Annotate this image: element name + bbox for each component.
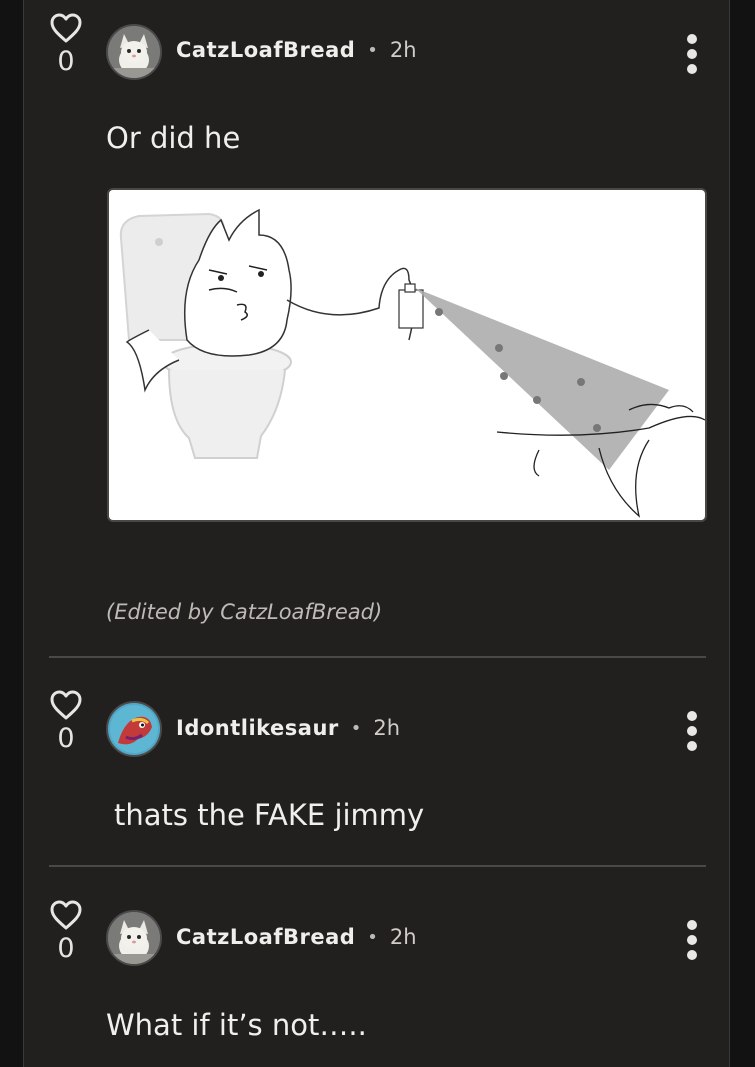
edited-note: (Edited by CatzLoafBread) [106, 600, 383, 624]
comment-image[interactable] [107, 188, 707, 522]
heart-outline-icon [50, 690, 82, 720]
author-line: CatzLoafBread • 2h [176, 925, 417, 949]
cat-avatar-icon [108, 912, 160, 964]
avatar[interactable] [106, 910, 162, 966]
cat-avatar-icon [108, 26, 160, 78]
comments-panel: 0 CatzLoafBread • 2h Or did he (Edited b… [23, 0, 730, 1067]
author-line: CatzLoafBread • 2h [176, 38, 417, 62]
heart-outline-icon [50, 13, 82, 43]
separator-dot: • [350, 717, 362, 739]
timestamp: 2h [373, 716, 401, 740]
divider [49, 656, 706, 658]
kebab-menu-icon[interactable] [685, 711, 699, 751]
timestamp: 2h [389, 38, 417, 62]
like-count: 0 [57, 723, 75, 754]
like-button[interactable]: 0 [46, 12, 86, 75]
like-count: 0 [57, 46, 75, 77]
divider [49, 865, 706, 867]
author-name[interactable]: Idontlikesaur [176, 716, 339, 740]
like-button[interactable]: 0 [46, 689, 86, 752]
author-name[interactable]: CatzLoafBread [176, 38, 355, 62]
comment-text: thats the FAKE jimmy [114, 798, 425, 832]
author-line: Idontlikesaur • 2h [176, 716, 400, 740]
like-button[interactable]: 0 [46, 899, 86, 962]
kebab-menu-icon[interactable] [685, 920, 699, 960]
dinosaur-avatar-icon [108, 703, 160, 755]
kebab-menu-icon[interactable] [685, 34, 699, 74]
page: 0 CatzLoafBread • 2h Or did he (Edited b… [0, 0, 755, 1067]
avatar[interactable] [106, 701, 162, 757]
avatar[interactable] [106, 24, 162, 80]
comic-drawing-icon [119, 208, 705, 518]
comment-text: Or did he [106, 121, 241, 155]
like-count: 0 [57, 933, 75, 964]
author-name[interactable]: CatzLoafBread [176, 925, 355, 949]
comment-text: What if it’s not….. [106, 1008, 367, 1042]
heart-outline-icon [50, 900, 82, 930]
timestamp: 2h [389, 925, 417, 949]
separator-dot: • [367, 39, 378, 61]
separator-dot: • [367, 926, 378, 948]
